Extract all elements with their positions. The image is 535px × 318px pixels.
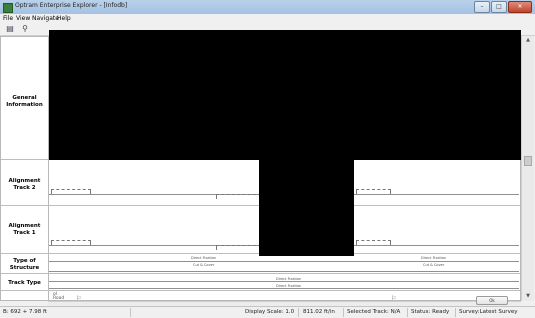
window-controls: – □ ✕: [474, 1, 532, 13]
tracktype-label: Direct Fixation: [276, 284, 302, 288]
status-divider: [407, 308, 408, 317]
status-selected-track: Selected Track: N/A: [347, 309, 401, 315]
structure-label: Cut & Cover: [423, 263, 445, 267]
structure-label: Direct Fixation: [191, 256, 217, 260]
status-divider: [130, 308, 131, 317]
status-survey: Survey:Latest Survey: [459, 309, 518, 315]
title-bar: Optram Enterprise Explorer - [Infodb] – …: [0, 0, 535, 15]
scroll-up-icon[interactable]: ▲: [524, 37, 532, 43]
app-icon: [3, 3, 13, 13]
row-divider: [1, 290, 520, 291]
status-divider: [455, 308, 456, 317]
status-coords: B: 692 + 7.98 ft: [3, 309, 47, 315]
structure-line: [49, 261, 519, 262]
menu-view[interactable]: View: [16, 15, 30, 22]
row-label-tracktype: Track Type: [8, 279, 41, 286]
row-label-track2: Alignment Track 2: [8, 177, 41, 191]
scroll-down-icon[interactable]: ▼: [524, 293, 532, 299]
maximize-button[interactable]: □: [491, 1, 507, 13]
status-distance: 811.02 ft/in: [303, 309, 335, 315]
menu-bar: File View Navigate Help: [0, 14, 535, 23]
tracktype-line: [49, 288, 519, 289]
status-divider: [298, 308, 299, 317]
zoom-icon[interactable]: ⚲: [20, 24, 30, 33]
menu-help[interactable]: Help: [57, 15, 71, 22]
structure-label: Cut & Cover: [193, 263, 215, 267]
window-title: Optram Enterprise Explorer - [Infodb]: [15, 2, 128, 9]
structure-line: [49, 271, 519, 272]
row-divider: [1, 273, 520, 274]
menu-file[interactable]: File: [3, 15, 13, 22]
curve-segment[interactable]: [356, 240, 391, 245]
track-chart-canvas[interactable]: General Information Alignment Track 2 Al…: [0, 30, 521, 302]
vertical-scrollbar[interactable]: ▲ ▼: [521, 36, 534, 301]
minimize-button[interactable]: –: [474, 1, 490, 13]
scroll-thumb[interactable]: [524, 156, 532, 166]
close-button[interactable]: ✕: [508, 1, 532, 13]
curve-segment[interactable]: [51, 189, 91, 194]
row-label-structure: Type of Structure: [9, 258, 40, 271]
curve-segment[interactable]: [216, 194, 261, 199]
tracktype-label: Direct Fixation: [276, 277, 302, 281]
curve-segment[interactable]: [356, 189, 391, 194]
row-label-column: General Information Alignment Track 2 Al…: [1, 37, 49, 302]
row-label-track1: Alignment Track 1: [8, 222, 41, 236]
curve-segment[interactable]: [216, 245, 261, 250]
status-state: Status: Ready: [411, 309, 450, 315]
redacted-area: [259, 160, 354, 256]
menu-navigate[interactable]: Navigate: [32, 15, 59, 22]
status-display-scale: Display Scale: 1.0: [245, 309, 295, 315]
open-icon[interactable]: ▤: [5, 24, 15, 33]
ok-button[interactable]: Ok: [476, 296, 508, 305]
structure-label: Direct Fixation: [421, 256, 447, 260]
row-label-general: General Information: [6, 95, 43, 108]
tracktype-line: [49, 281, 519, 282]
curve-segment[interactable]: [51, 240, 91, 245]
redacted-area: [49, 30, 521, 160]
status-divider: [343, 308, 344, 317]
status-bar: B: 692 + 7.98 ft Display Scale: 1.0 811.…: [0, 306, 535, 318]
